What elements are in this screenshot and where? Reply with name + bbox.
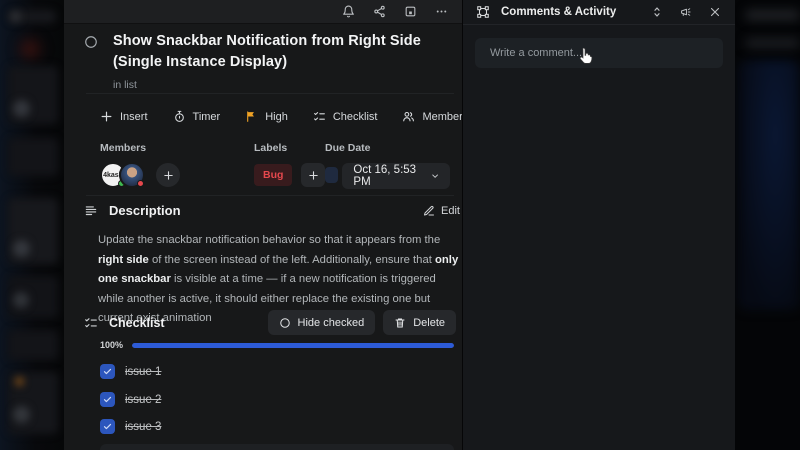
plus-icon [309,170,318,180]
member-avatar[interactable] [119,162,145,188]
more-icon[interactable] [434,5,448,19]
description-title: Description [109,203,181,218]
timer-button[interactable]: Timer [173,110,220,123]
checklist-item: issue 3 [100,419,161,434]
complete-toggle-icon[interactable] [84,35,98,49]
comments-header: Comments & Activity [463,0,735,25]
card-action-bar: Insert Timer High Checklist Members [100,110,468,123]
chevron-down-icon [432,174,438,178]
add-member-button[interactable] [156,163,180,187]
members-button[interactable]: Members [402,110,468,123]
background-board-right [735,0,800,450]
edit-description-button[interactable]: Edit [423,205,460,217]
due-date-dropdown[interactable]: Oct 16, 5:53 PM [342,163,450,189]
comment-input[interactable] [475,47,723,59]
members-field: Members 4kash [100,142,180,188]
text-lines-icon [85,205,97,215]
progress-bar [132,342,454,348]
checkbox-checked-icon[interactable] [100,419,115,434]
calendar-icon [325,167,339,183]
label-chip-bug[interactable]: Bug [254,164,293,186]
checklist-title: Checklist [109,315,165,330]
checklist-progress: 100% [100,340,454,350]
card-detail-panel: Show Snackbar Notification from Right Si… [64,0,468,450]
divider [86,93,454,94]
members-icon [403,111,415,122]
card-subtitle: in list [113,79,137,91]
background-board-left [0,0,64,450]
checklist-item: issue 1 [100,364,161,379]
card-toolbar [64,0,462,24]
busy-status-dot [137,180,144,187]
progress-percent-label: 100% [100,340,124,350]
announcement-icon[interactable] [679,5,693,19]
comments-panel: Comments & Activity [462,0,735,450]
comments-title: Comments & Activity [501,6,617,18]
save-icon[interactable] [403,5,417,19]
add-label-button[interactable] [301,163,326,187]
hide-checked-button[interactable]: Hide checked [267,310,376,335]
insert-button[interactable]: Insert [100,110,148,123]
stopwatch-icon [174,110,184,122]
description-header: Description Edit [84,203,460,218]
due-date-field: Due Date Oct 16, 5:53 PM [325,142,450,189]
checklist-icon [85,317,97,327]
priority-button[interactable]: High [245,110,288,123]
divider [86,195,454,196]
delete-checklist-button[interactable]: Delete [383,310,456,335]
checklist-header: Checklist Hide checked Delete [84,310,456,335]
labels-field: Labels Bug [254,142,326,187]
bell-icon[interactable] [341,5,355,19]
share-icon[interactable] [372,5,386,19]
frame-icon [477,6,489,18]
checkbox-checked-icon[interactable] [100,364,115,379]
checkbox-checked-icon[interactable] [100,392,115,407]
close-icon[interactable] [708,5,722,19]
checklist-icon [313,112,325,121]
plus-icon [163,170,173,180]
circle-icon [279,317,290,328]
add-checklist-item-input[interactable] [100,444,454,450]
sort-icon[interactable] [650,5,664,19]
card-title: Show Snackbar Notification from Right Si… [113,33,421,70]
card-fields: Members 4kash Labels Bug Due Date Oct 16… [100,142,450,192]
checklist-button[interactable]: Checklist [313,110,377,123]
comment-input-wrapper [475,38,723,68]
flag-icon [247,111,255,122]
plus-icon [101,111,112,122]
edit-icon [424,205,435,215]
trash-icon [395,318,405,327]
checklist-item: issue 2 [100,392,161,407]
